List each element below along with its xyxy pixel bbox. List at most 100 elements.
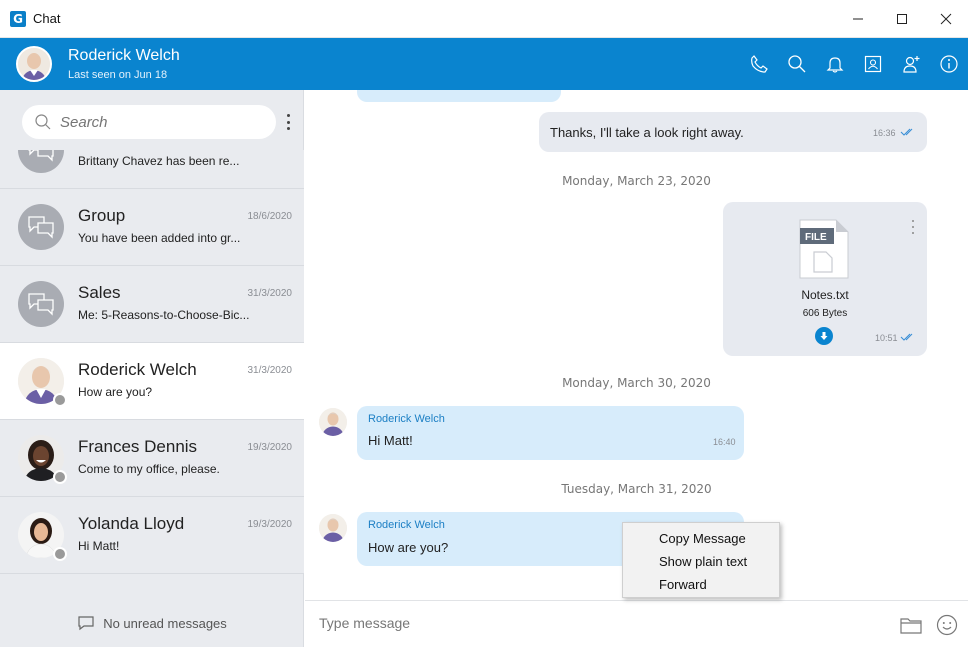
list-item[interactable]: Brittany Chavez has been re... (0, 150, 304, 189)
search-box[interactable] (22, 105, 276, 139)
conversation-preview: Brittany Chavez has been re... (78, 154, 240, 168)
notifications-button[interactable] (816, 38, 854, 90)
conversation-date: 19/3/2020 (247, 519, 293, 530)
search-input[interactable] (60, 113, 250, 131)
avatar[interactable] (319, 514, 347, 542)
search-icon (35, 114, 51, 130)
read-receipt-icon (900, 333, 913, 341)
sender-name: Roderick Welch (368, 519, 445, 531)
conversation-name: Sales (78, 283, 121, 302)
group-avatar (18, 204, 64, 250)
sender-name: Roderick Welch (368, 413, 445, 425)
group-chat-icon (28, 216, 54, 239)
contact-card-button[interactable] (854, 38, 892, 90)
person-avatar-icon (18, 48, 50, 80)
conversation-name: Group (78, 206, 126, 225)
file-size: 606 Bytes (802, 308, 848, 319)
forward-menu-item[interactable]: Forward (623, 573, 779, 596)
date-separator: Monday, March 30, 2020 (562, 376, 711, 390)
show-plain-text-menu-item[interactable]: Show plain text (623, 550, 779, 573)
person-avatar-icon (319, 514, 347, 542)
date-separator: Tuesday, March 31, 2020 (561, 482, 712, 496)
phone-icon (751, 55, 768, 73)
copy-message-menu-item[interactable]: Copy Message (623, 527, 779, 550)
conversation-preview: How are you? (78, 385, 153, 399)
conversation-preview: Come to my office, please. (78, 462, 220, 476)
message-text: Thanks, I'll take a look right away. (550, 125, 744, 140)
bell-icon (826, 57, 844, 73)
title-bar: G Chat (0, 0, 968, 38)
close-button[interactable] (924, 0, 968, 38)
file-icon: FILE (799, 219, 849, 279)
info-button[interactable] (930, 38, 968, 90)
download-button[interactable] (815, 327, 833, 345)
message-bubble-incoming[interactable]: Roderick Welch Hi Matt! 16:40 (357, 406, 744, 460)
group-avatar (18, 281, 64, 327)
list-item[interactable]: Group 18/6/2020 You have been added into… (0, 189, 304, 266)
call-button[interactable] (740, 38, 778, 90)
group-chat-icon (28, 293, 54, 316)
list-item-active[interactable]: Roderick Welch 31/3/2020 How are you? (0, 343, 304, 420)
message-bubble-outgoing[interactable]: Thanks, I'll take a look right away. 16:… (539, 112, 927, 152)
sidebar: Brittany Chavez has been re... Group 18/… (0, 90, 304, 647)
message-time: 16:40 (713, 437, 736, 447)
emoji-icon[interactable] (935, 613, 959, 637)
no-unread-footer[interactable]: No unread messages (0, 599, 304, 647)
avatar[interactable] (319, 408, 347, 436)
window-title: Chat (33, 11, 61, 26)
conversation-list: Brittany Chavez has been re... Group 18/… (0, 150, 304, 582)
conversation-name: Frances Dennis (78, 437, 198, 456)
sidebar-menu-button[interactable] (283, 112, 293, 132)
info-icon (940, 55, 958, 73)
conversation-date: 18/6/2020 (247, 211, 293, 222)
message-time: 16:36 (873, 128, 896, 138)
file-menu-button[interactable] (910, 220, 916, 234)
conversation-preview: Me: 5-Reasons-to-Choose-Bic... (78, 308, 250, 322)
chat-bubble-icon (78, 616, 94, 631)
group-avatar (18, 150, 64, 173)
message-time: 10:51 (875, 333, 898, 343)
minimize-button[interactable] (836, 0, 880, 38)
message-text: Hi Matt! (368, 433, 413, 448)
maximize-button[interactable] (880, 0, 924, 38)
add-user-icon (903, 56, 920, 73)
presence-status-dot (53, 547, 67, 561)
add-user-button[interactable] (892, 38, 930, 90)
minimize-icon (853, 18, 863, 20)
no-unread-label: No unread messages (103, 615, 227, 631)
conversation-preview: Hi Matt! (78, 539, 120, 553)
list-item[interactable]: Sales 31/3/2020 Me: 5-Reasons-to-Choose-… (0, 266, 304, 343)
more-vertical-icon (286, 114, 290, 117)
list-item[interactable]: Frances Dennis 19/3/2020 Come to my offi… (0, 420, 304, 497)
conversation-date: 31/3/2020 (247, 365, 293, 376)
search-chat-button[interactable] (778, 38, 816, 90)
maximize-icon (897, 14, 907, 24)
conversation-preview: You have been added into gr... (78, 231, 241, 245)
conversation-name: Roderick Welch (78, 360, 197, 379)
context-menu: Copy Message Show plain text Forward (622, 522, 780, 598)
message-input[interactable] (319, 615, 859, 631)
presence-status-dot (53, 470, 67, 484)
person-avatar-icon (319, 408, 347, 436)
message-bubble-partial[interactable] (357, 90, 561, 102)
compose-bar (305, 600, 968, 647)
contact-status: Last seen on Jun 18 (68, 69, 168, 81)
file-name: Notes.txt (801, 288, 849, 302)
file-type-badge: FILE (805, 232, 827, 243)
more-vertical-icon (912, 220, 914, 222)
conversation-name: Yolanda Lloyd (78, 514, 185, 533)
list-item[interactable]: Yolanda Lloyd 19/3/2020 Hi Matt! (0, 497, 304, 574)
message-text: How are you? (368, 540, 449, 555)
group-chat-icon (28, 150, 54, 162)
app-logo: G (10, 10, 26, 27)
chat-header: Roderick Welch Last seen on Jun 18 (0, 38, 968, 90)
conversation-date: 31/3/2020 (247, 288, 293, 299)
read-receipt-icon (900, 128, 913, 136)
download-arrow-icon (820, 332, 828, 340)
contact-name: Roderick Welch (68, 47, 180, 64)
file-message-bubble[interactable]: FILE Notes.txt 606 Bytes 10:51 (723, 202, 927, 356)
avatar[interactable] (16, 46, 52, 82)
contact-card-icon (864, 55, 882, 73)
presence-status-dot (53, 393, 67, 407)
folder-icon[interactable] (899, 613, 923, 637)
